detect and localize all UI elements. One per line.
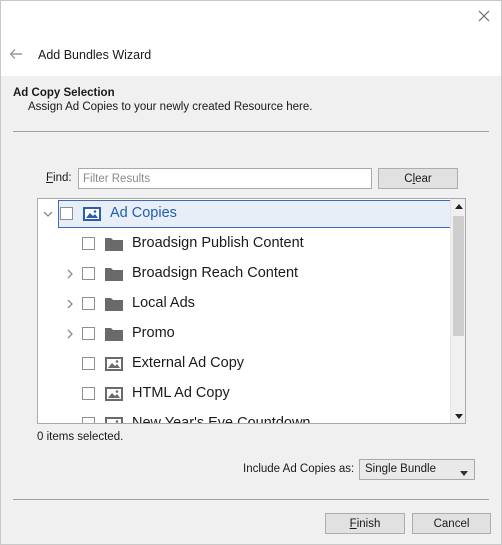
chevron-right-icon[interactable] bbox=[64, 268, 76, 280]
folder-icon bbox=[104, 234, 124, 254]
tree-item-label: External Ad Copy bbox=[132, 355, 245, 371]
tree-item-checkbox[interactable] bbox=[82, 357, 95, 370]
close-icon[interactable] bbox=[475, 7, 493, 25]
cancel-button[interactable]: Cancel bbox=[412, 513, 491, 534]
wizard-header: Add Bundles Wizard bbox=[1, 1, 501, 76]
tree-item-checkbox[interactable] bbox=[82, 387, 95, 400]
chevron-right-icon[interactable] bbox=[64, 328, 76, 340]
tree-item-label: Ad Copies bbox=[110, 205, 177, 221]
tree-item[interactable]: Promo bbox=[38, 319, 450, 349]
tree-item-checkbox[interactable] bbox=[82, 237, 95, 250]
divider bbox=[13, 131, 489, 132]
tree-item-checkbox[interactable] bbox=[82, 267, 95, 280]
section-title: Ad Copy Selection bbox=[13, 87, 115, 99]
tree-item-label: Broadsign Publish Content bbox=[132, 235, 304, 251]
include-as-value: Single Bundle bbox=[365, 463, 436, 475]
tree-item-label: HTML Ad Copy bbox=[132, 385, 230, 401]
folder-icon bbox=[104, 324, 124, 344]
tree-item[interactable]: New Year's Eve Countdown bbox=[38, 409, 450, 424]
image-icon bbox=[104, 384, 124, 404]
chevron-down-icon[interactable] bbox=[42, 208, 54, 220]
scroll-up-icon[interactable] bbox=[451, 199, 465, 213]
tree-item-label: Local Ads bbox=[132, 295, 195, 311]
find-label: Find: bbox=[46, 172, 72, 184]
folder-icon bbox=[104, 264, 124, 284]
image-icon bbox=[104, 414, 124, 423]
include-label: Include Ad Copies as: bbox=[243, 463, 355, 475]
ad-copies-tree[interactable]: Ad Copies Broadsign Publish Content Broads… bbox=[37, 198, 466, 424]
tree-item[interactable]: Broadsign Reach Content bbox=[38, 259, 450, 289]
tree-item[interactable]: Ad Copies bbox=[38, 199, 451, 229]
footer-divider bbox=[13, 499, 489, 500]
scroll-down-icon[interactable] bbox=[451, 409, 465, 423]
tree-item-label: Broadsign Reach Content bbox=[132, 265, 299, 281]
find-input[interactable] bbox=[78, 168, 372, 189]
tree-item-checkbox[interactable] bbox=[82, 297, 95, 310]
tree-item-label: Promo bbox=[132, 325, 175, 341]
section-subtitle: Assign Ad Copies to your newly created R… bbox=[28, 101, 313, 113]
tree-item-checkbox[interactable] bbox=[60, 207, 73, 220]
tree-item-label: New Year's Eve Countdown bbox=[132, 415, 311, 424]
scrollbar-thumb[interactable] bbox=[453, 216, 464, 336]
tree-item[interactable]: Broadsign Publish Content bbox=[38, 229, 450, 259]
finish-button[interactable]: Finish bbox=[325, 513, 405, 534]
tree-item[interactable]: Local Ads bbox=[38, 289, 450, 319]
chevron-down-icon bbox=[460, 467, 468, 479]
tree-item-checkbox[interactable] bbox=[82, 417, 95, 423]
selection-count: 0 items selected. bbox=[37, 431, 124, 443]
tree-item-checkbox[interactable] bbox=[82, 327, 95, 340]
tree-item[interactable]: External Ad Copy bbox=[38, 349, 450, 379]
chevron-right-icon[interactable] bbox=[64, 298, 76, 310]
back-arrow-icon[interactable] bbox=[8, 46, 24, 62]
wizard-window: Add Bundles Wizard Ad Copy Selection Ass… bbox=[0, 0, 502, 545]
ad-copies-icon bbox=[82, 204, 102, 224]
folder-icon bbox=[104, 294, 124, 314]
wizard-title: Add Bundles Wizard bbox=[38, 48, 152, 62]
include-as-select[interactable]: Single Bundle bbox=[359, 459, 475, 480]
tree-item[interactable]: HTML Ad Copy bbox=[38, 379, 450, 409]
tree-scrollbar[interactable] bbox=[450, 199, 465, 423]
clear-button[interactable]: Cl ear bbox=[378, 168, 458, 189]
image-icon bbox=[104, 354, 124, 374]
